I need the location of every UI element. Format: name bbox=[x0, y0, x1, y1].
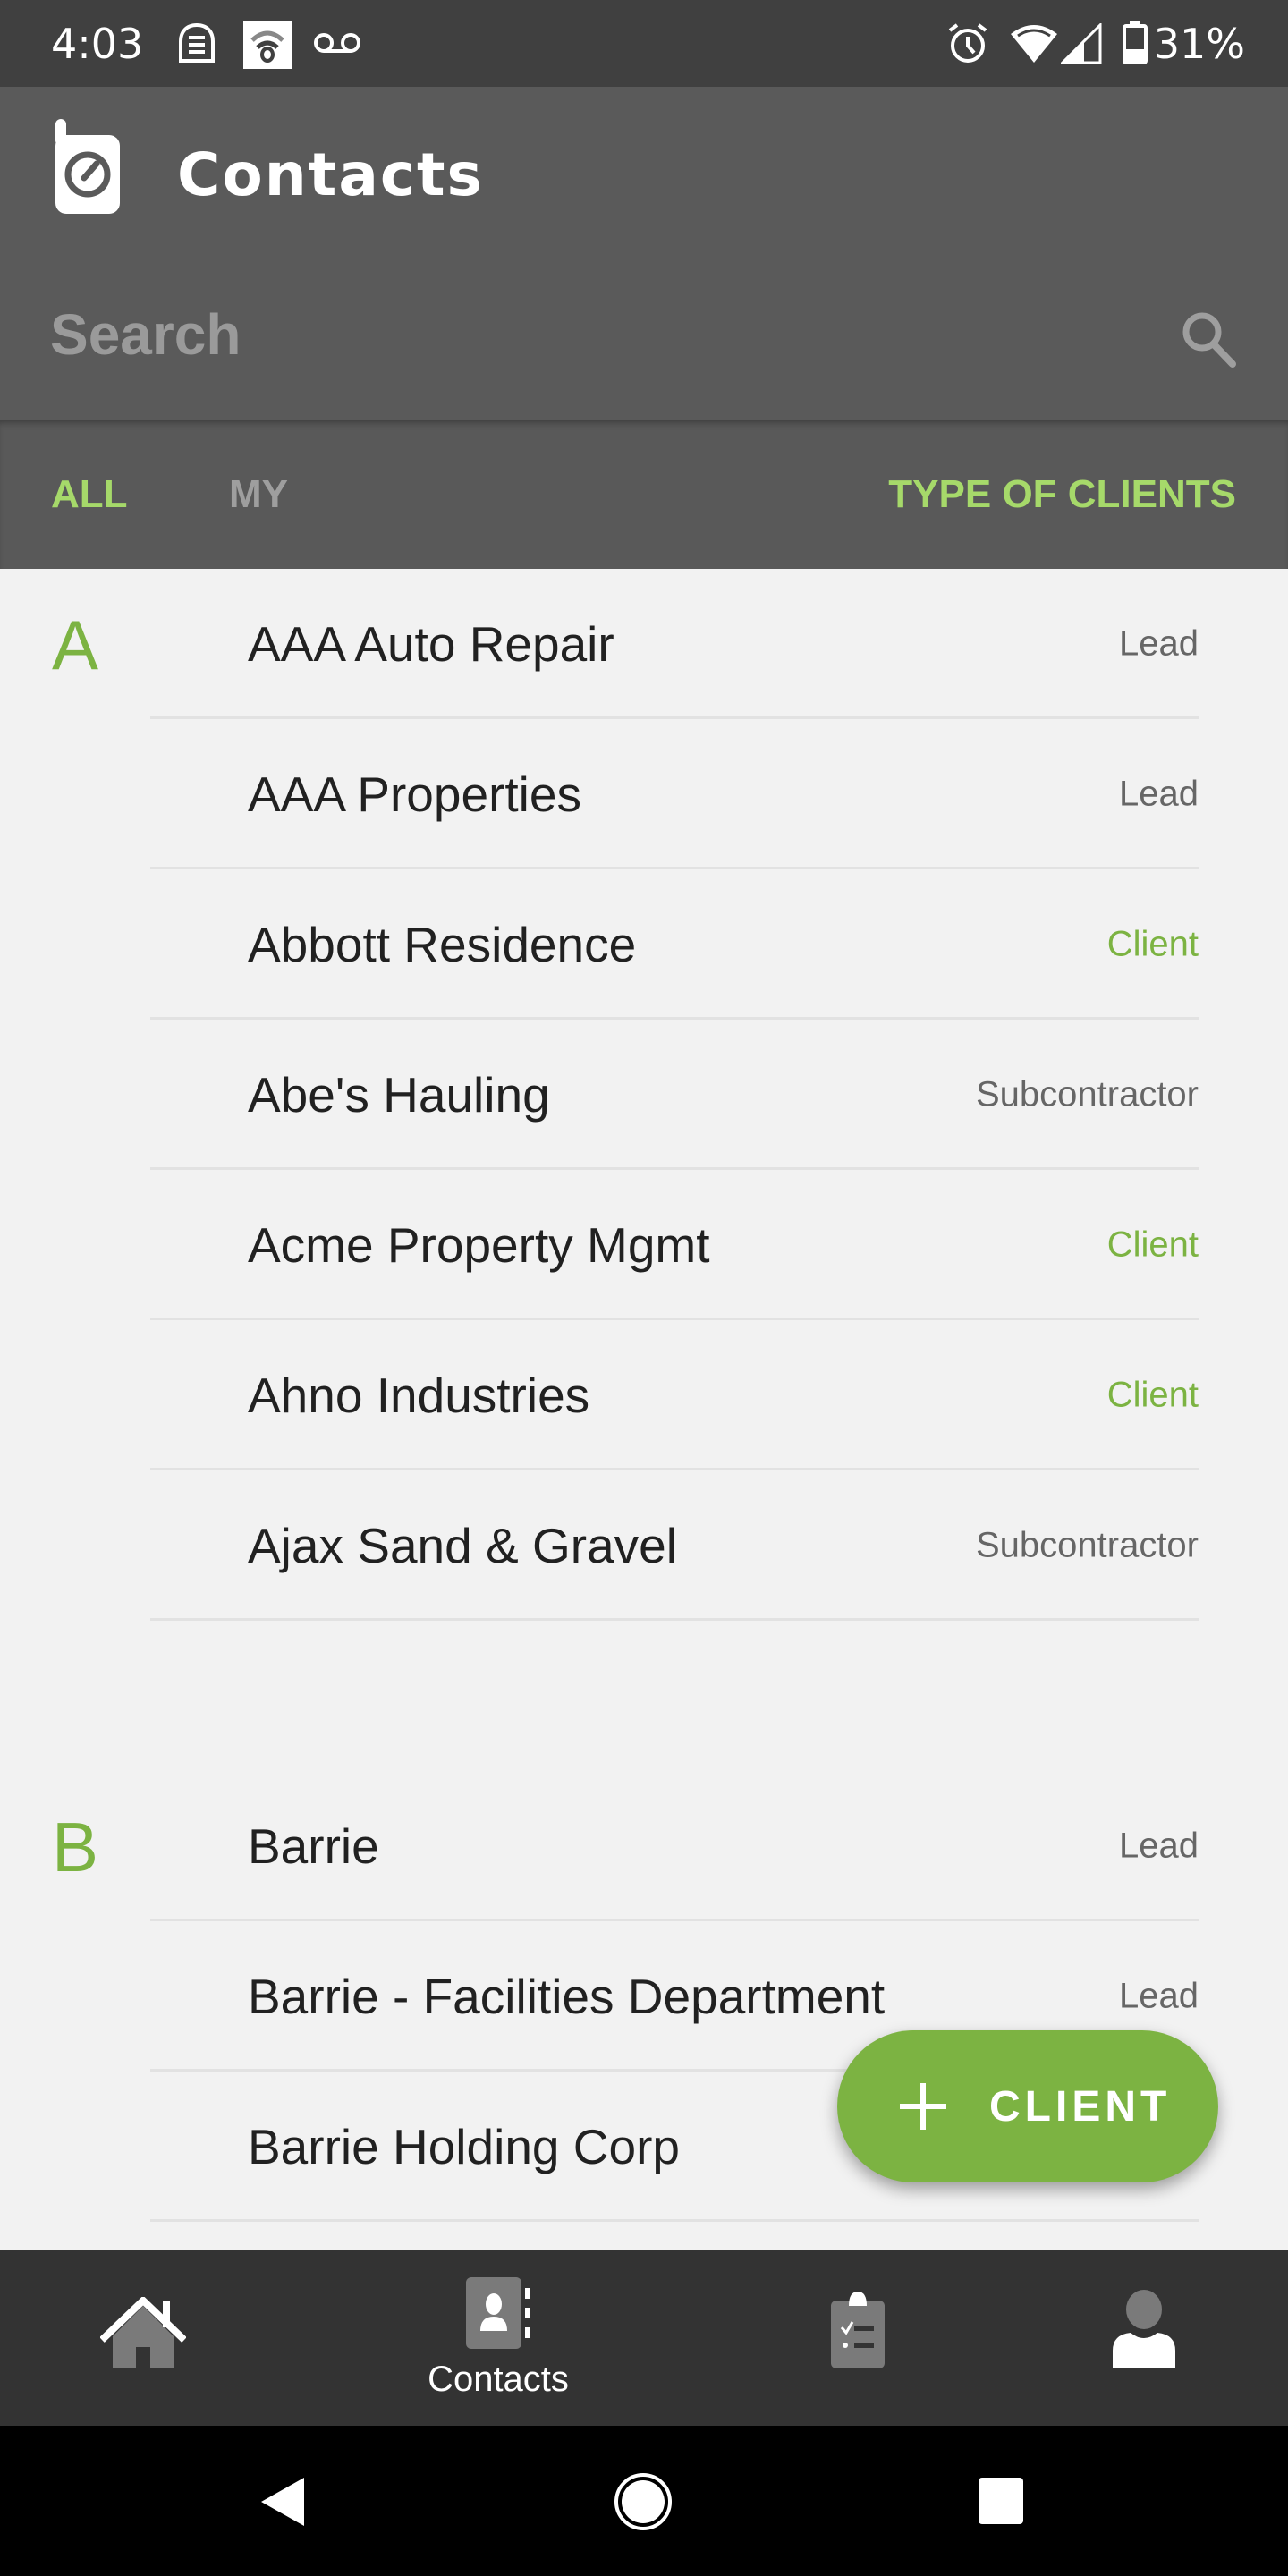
tab-all[interactable]: ALL bbox=[51, 472, 128, 517]
contact-row[interactable]: Ahno Industries Client bbox=[0, 1320, 1288, 1470]
wifi-icon bbox=[1011, 25, 1057, 63]
contact-row[interactable]: AAA Auto Repair Lead bbox=[0, 569, 1288, 719]
recents-icon[interactable] bbox=[977, 2476, 1025, 2526]
divider bbox=[150, 1618, 1199, 1621]
bottom-navigation: Contacts bbox=[0, 2250, 1288, 2426]
battery-percent: 31% bbox=[1153, 20, 1245, 68]
add-client-label: CLIENT bbox=[989, 2083, 1172, 2131]
contact-row[interactable]: Abe's Hauling Subcontractor bbox=[0, 1020, 1288, 1170]
contact-row[interactable]: Abbott Residence Client bbox=[0, 869, 1288, 1020]
search-input[interactable] bbox=[50, 301, 1123, 368]
page-title: Contacts bbox=[177, 140, 484, 209]
tab-my[interactable]: MY bbox=[229, 472, 288, 517]
back-icon[interactable] bbox=[259, 2476, 308, 2528]
contact-name: Abbott Residence bbox=[248, 917, 637, 972]
search-icon[interactable] bbox=[1181, 310, 1238, 369]
clipboard-checklist-icon bbox=[831, 2292, 885, 2368]
divider bbox=[150, 2219, 1199, 2222]
contact-row[interactable]: Barrie Lead bbox=[0, 1771, 1288, 1921]
messages-icon bbox=[179, 22, 215, 63]
contact-type: Subcontractor bbox=[975, 1525, 1199, 1565]
nav-contacts[interactable]: Contacts bbox=[386, 2250, 610, 2426]
nav-home[interactable] bbox=[31, 2250, 255, 2426]
hotspot-icon bbox=[243, 21, 292, 69]
contact-row[interactable]: AAA Properties Lead bbox=[0, 719, 1288, 869]
contacts-book-icon bbox=[466, 2277, 530, 2349]
voicemail-icon bbox=[314, 33, 360, 53]
contact-type: Lead bbox=[1119, 1976, 1199, 2016]
type-of-clients-button[interactable]: TYPE OF CLIENTS bbox=[888, 472, 1236, 517]
nav-profile[interactable] bbox=[1032, 2250, 1256, 2426]
contact-type: Subcontractor bbox=[975, 1074, 1199, 1114]
signal-icon bbox=[1061, 23, 1102, 64]
contact-name: Abe's Hauling bbox=[248, 1067, 550, 1123]
contact-type: Client bbox=[1106, 924, 1199, 964]
plus-icon bbox=[900, 2083, 946, 2130]
contact-row[interactable]: Acme Property Mgmt Client bbox=[0, 1170, 1288, 1320]
nav-tasks[interactable] bbox=[746, 2250, 970, 2426]
status-time: 4:03 bbox=[51, 20, 144, 68]
contact-name: AAA Auto Repair bbox=[248, 616, 614, 672]
contact-name: Barrie - Facilities Department bbox=[248, 1969, 886, 2024]
nav-contacts-label: Contacts bbox=[428, 2360, 569, 2399]
contact-row[interactable]: Ajax Sand & Gravel Subcontractor bbox=[0, 1470, 1288, 1621]
status-bar: 4:03 31% bbox=[0, 0, 1288, 87]
add-client-button[interactable]: CLIENT bbox=[837, 2030, 1218, 2182]
contact-type: Lead bbox=[1119, 623, 1199, 664]
contact-name: AAA Properties bbox=[248, 767, 581, 822]
home-icon bbox=[100, 2297, 186, 2368]
contact-name: Acme Property Mgmt bbox=[248, 1217, 710, 1273]
system-navigation-bar bbox=[0, 2426, 1288, 2576]
contact-name: Barrie Holding Corp bbox=[248, 2119, 680, 2174]
battery-icon bbox=[1123, 21, 1148, 64]
contact-type: Lead bbox=[1119, 1826, 1199, 1866]
person-icon bbox=[1113, 2290, 1175, 2368]
contact-name: Barrie bbox=[248, 1818, 379, 1874]
alarm-icon bbox=[948, 23, 987, 63]
gauge-phone-logo-icon bbox=[55, 119, 120, 214]
filter-tabs: ALL MY TYPE OF CLIENTS bbox=[0, 420, 1288, 569]
contact-type: Client bbox=[1106, 1375, 1199, 1415]
contact-name: Ajax Sand & Gravel bbox=[248, 1518, 677, 1573]
app-bar: Contacts bbox=[0, 87, 1288, 420]
contact-type: Client bbox=[1106, 1224, 1199, 1265]
home-circle-icon[interactable] bbox=[614, 2472, 673, 2531]
contact-type: Lead bbox=[1119, 774, 1199, 814]
contact-name: Ahno Industries bbox=[248, 1368, 590, 1423]
